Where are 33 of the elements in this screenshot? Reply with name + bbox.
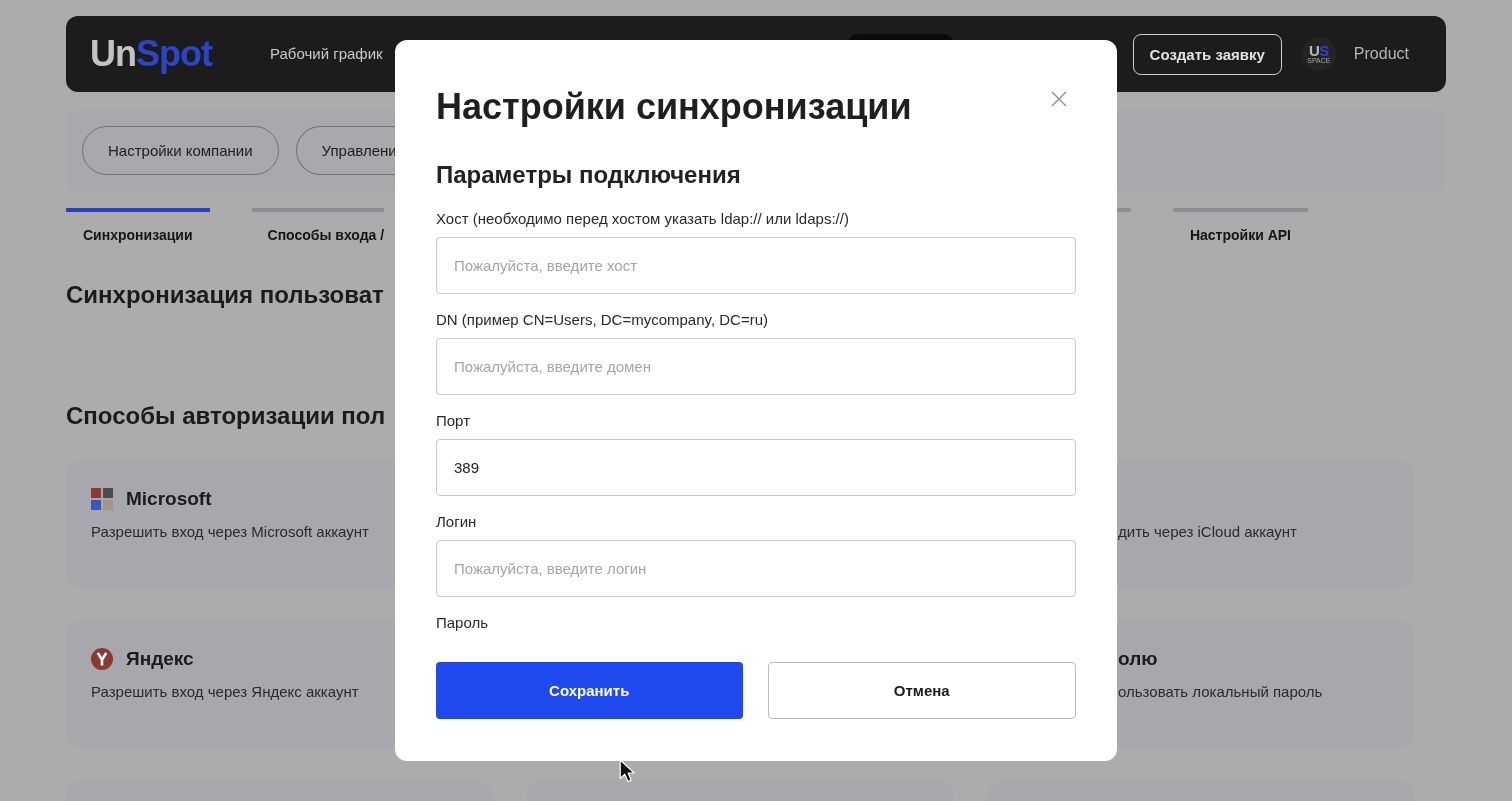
input-field[interactable]: Пожалуйста, введите хост — [436, 237, 1076, 294]
tab[interactable]: Настройки API — [1172, 208, 1308, 244]
organization-name[interactable]: Product — [1353, 44, 1409, 64]
tab[interactable]: Синхронизации — [66, 208, 210, 244]
four-squares-icon — [91, 488, 113, 510]
card-title: олю — [1118, 648, 1158, 670]
cancel-button[interactable]: Отмена — [767, 662, 1076, 719]
create-request-button[interactable]: Создать заявку — [1132, 33, 1282, 75]
section-title: Параметры подключения — [436, 160, 741, 190]
card-description: Разрешить вход через Яндекс аккаунт — [91, 682, 359, 702]
field-label: Логин — [436, 513, 477, 531]
section-heading: Способы авторизации пол — [66, 401, 386, 431]
input-field[interactable]: Пожалуйста, введите логин — [436, 540, 1076, 597]
card-description: Разрешить вход через Microsoft аккаунт — [91, 522, 369, 542]
field-label: DN (пример CN=Users, DC=mycompany, DC=ru) — [436, 311, 769, 329]
card-title: Яндекс — [126, 648, 194, 670]
field-label: Хост (необходимо перед хостом указать ldap:// или ldaps://) — [436, 210, 849, 228]
field-label: Пароль — [436, 614, 489, 632]
card-description: дить через iCloud аккаунт — [1118, 522, 1297, 542]
org-logo-mark: US — [1308, 43, 1329, 57]
dialog-title: Настройки синхронизации — [436, 85, 912, 129]
input-field[interactable]: 389 — [436, 439, 1076, 496]
field-label: Порт — [436, 412, 470, 430]
input-field[interactable]: Пожалуйста, введите домен — [436, 338, 1076, 395]
card-description: ользовать локальный пароль — [1118, 682, 1323, 702]
close-icon[interactable] — [1051, 91, 1067, 107]
letter-y-circle-icon — [91, 648, 113, 670]
save-button[interactable]: Сохранить — [436, 662, 743, 719]
nav-link[interactable]: Рабочий график — [270, 45, 383, 63]
section-heading: Синхронизация пользоват — [66, 280, 384, 310]
app-logo[interactable]: UnSpot — [90, 34, 212, 74]
card-title: Microsoft — [126, 488, 212, 510]
tab[interactable]: Способы входа / — [251, 208, 385, 244]
